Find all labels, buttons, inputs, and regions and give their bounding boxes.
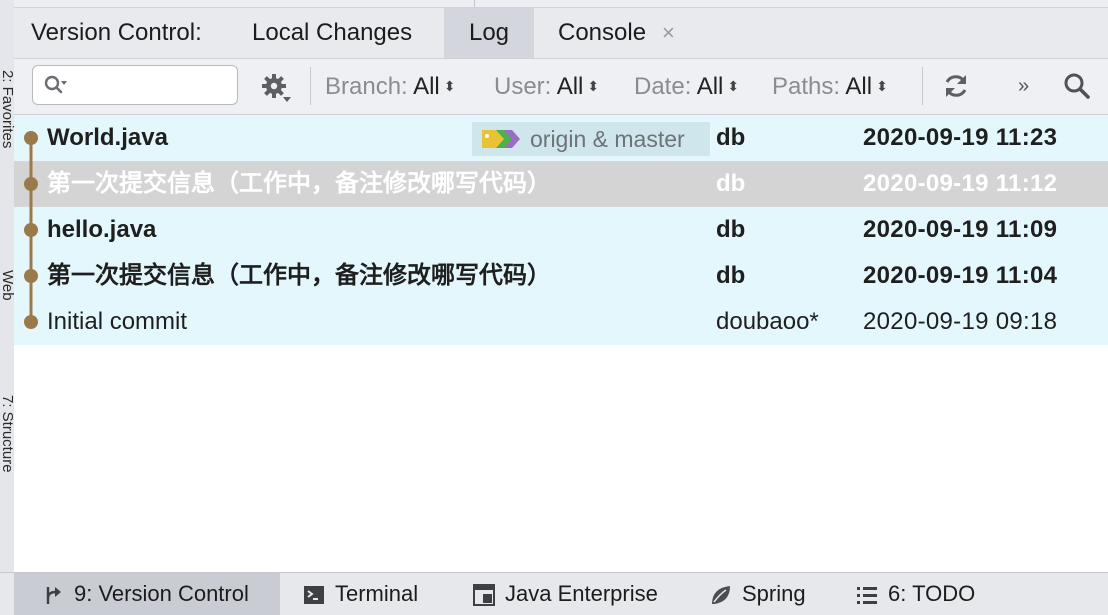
commit-message: 第一次提交信息（工作中，备注修改哪写代码） (47, 170, 551, 197)
version-control-tool-label: 9: Version Control (74, 581, 249, 606)
commit-author: db (716, 262, 746, 289)
todo-tool-label: 6: TODO (888, 581, 976, 606)
favorites-tool-button[interactable]: 2: Favorites (0, 70, 14, 148)
branch-filter[interactable]: Branch: All ⬍ (325, 59, 455, 114)
commit-date: 2020-09-19 09:18 (863, 308, 1058, 335)
paths-filter-value: All (845, 73, 873, 100)
branch-refs-text: origin & master (530, 126, 685, 152)
java-enterprise-tool-label: Java Enterprise (505, 581, 658, 606)
refresh-icon[interactable] (942, 72, 970, 100)
terminal-tool-label: Terminal (335, 581, 419, 606)
search-input[interactable] (32, 65, 238, 105)
date-filter-value: All (696, 73, 724, 100)
gear-icon[interactable] (261, 73, 291, 103)
tool-window-bar: 9: Version Control Terminal Java Enterpr… (0, 572, 1108, 615)
commit-row[interactable]: 第一次提交信息（工作中，备注修改哪写代码） db 2020-09-19 11:0… (14, 253, 1108, 299)
vcs-icon (46, 587, 61, 604)
paths-filter-arrow-icon: ⬍ (876, 78, 888, 94)
commit-message: World.java (47, 124, 168, 151)
date-filter-arrow-icon: ⬍ (727, 78, 740, 94)
commit-author: db (716, 124, 746, 151)
log-toolbar: Branch: All ⬍ User: All ⬍ Date: All ⬍ Paths… (14, 59, 1108, 115)
search-icon[interactable] (1062, 71, 1092, 101)
version-control-tool-button[interactable]: 9: Version Control (14, 573, 280, 615)
user-filter[interactable]: User: All ⬍ (494, 59, 599, 114)
user-filter-label: User: (494, 73, 552, 100)
branch-filter-value: All (413, 73, 440, 100)
commit-message: 第一次提交信息（工作中，备注修改哪写代码） (47, 262, 551, 289)
spring-leaf-icon (712, 586, 730, 604)
commit-author: db (716, 216, 746, 243)
search-dropdown-icon[interactable] (43, 74, 67, 98)
commit-row[interactable]: hello.java db 2020-09-19 11:09 (14, 207, 1108, 253)
user-filter-value: All (556, 73, 584, 100)
more-icon[interactable]: » (1018, 59, 1029, 114)
date-filter[interactable]: Date: All ⬍ (634, 59, 739, 114)
spring-tool-label: Spring (742, 581, 806, 606)
console-tab-close-icon[interactable]: × (662, 8, 675, 58)
editor-area-edge (14, 0, 1108, 8)
commit-message: hello.java (47, 216, 157, 243)
java-enterprise-icon (473, 584, 495, 606)
tab-log[interactable]: Log (444, 8, 534, 58)
commit-date: 2020-09-19 11:23 (863, 124, 1058, 151)
branch-filter-label: Branch: (325, 73, 408, 100)
commit-row[interactable]: World.java origin & master db 2020-09-19… (14, 115, 1108, 161)
version-control-tab-bar: Version Control: Local Changes Log Conso… (14, 8, 1108, 59)
branch-filter-arrow-icon: ⬍ (443, 78, 456, 94)
commit-date: 2020-09-19 11:12 (863, 170, 1058, 197)
commit-date: 2020-09-19 11:09 (863, 216, 1058, 243)
terminal-icon (304, 586, 324, 604)
web-tool-button[interactable]: Web (0, 270, 14, 301)
commit-log-table: World.java origin & master db 2020-09-19… (14, 115, 1108, 572)
branch-tag-icon (482, 130, 520, 148)
todo-list-icon (857, 587, 877, 604)
user-filter-arrow-icon: ⬍ (587, 78, 600, 94)
commit-message: Initial commit (47, 308, 188, 335)
commit-author: doubaoo* (716, 308, 819, 335)
commit-row[interactable]: Initial commit doubaoo* 2020-09-19 09:18 (14, 299, 1108, 345)
tool-window-title: Version Control: (31, 19, 202, 46)
tab-local-changes[interactable]: Local Changes (252, 8, 412, 58)
structure-tool-button[interactable]: 7: Structure (0, 395, 14, 473)
date-filter-label: Date: (634, 73, 692, 100)
tab-console[interactable]: Console (558, 8, 646, 58)
commit-author: db (716, 170, 746, 197)
commit-row-selected[interactable]: 第一次提交信息（工作中，备注修改哪写代码） db 2020-09-19 11:1… (14, 161, 1108, 207)
left-tool-strip: 2: Favorites Web 7: Structure (0, 0, 15, 572)
commit-date: 2020-09-19 11:04 (863, 262, 1058, 289)
paths-filter[interactable]: Paths: All ⬍ (772, 59, 888, 114)
paths-filter-label: Paths: (772, 73, 841, 100)
branch-refs-label: origin & master (472, 122, 710, 156)
